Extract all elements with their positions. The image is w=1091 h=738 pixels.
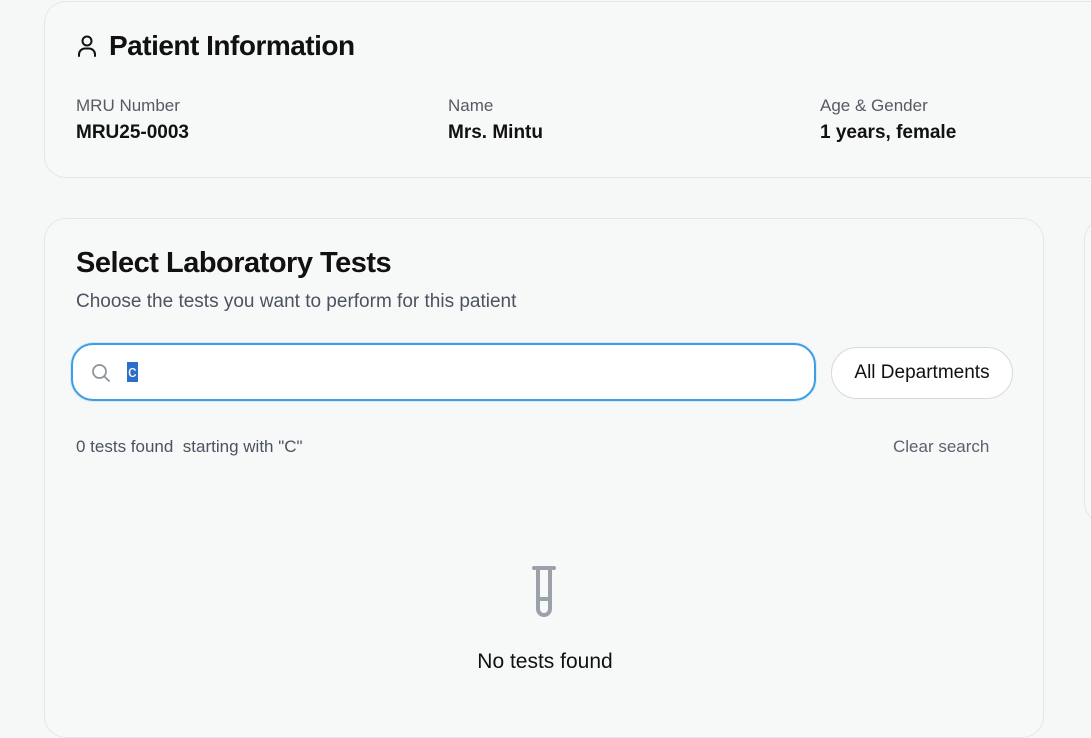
department-filter-select[interactable]: All Departments xyxy=(831,347,1013,399)
test-search-input[interactable]: c xyxy=(71,343,816,401)
search-icon xyxy=(91,363,111,383)
name-value: Mrs. Mintu xyxy=(448,122,543,143)
age-gender-value: 1 years, female xyxy=(820,122,957,143)
select-tests-subtitle: Choose the tests you want to perform for… xyxy=(76,291,517,312)
result-count-text: 0 tests found starting with "C" xyxy=(76,437,303,456)
name-label: Name xyxy=(448,96,494,115)
clear-search-button[interactable]: Clear search xyxy=(893,437,989,457)
mru-number-label: MRU Number xyxy=(76,96,180,115)
age-gender-label: Age & Gender xyxy=(820,96,928,115)
name-field: Name Mrs. Mintu xyxy=(448,96,543,144)
patient-info-title: Patient Information xyxy=(109,30,355,61)
select-tests-title: Select Laboratory Tests xyxy=(76,247,392,279)
age-gender-field: Age & Gender 1 years, female xyxy=(820,96,956,144)
select-tests-card: Select Laboratory Tests Choose the tests… xyxy=(44,218,1044,738)
side-panel-card xyxy=(1084,218,1091,524)
mru-number-field: MRU Number MRU25-0003 xyxy=(76,96,189,144)
patient-info-header: Patient Information xyxy=(76,30,355,62)
empty-state-title: No tests found xyxy=(477,650,613,673)
user-icon xyxy=(76,34,98,58)
search-input-value[interactable]: c xyxy=(127,362,138,382)
mru-number-value: MRU25-0003 xyxy=(76,122,189,143)
test-tube-icon xyxy=(531,565,557,623)
patient-info-card: Patient Information MRU Number MRU25-000… xyxy=(44,1,1091,178)
